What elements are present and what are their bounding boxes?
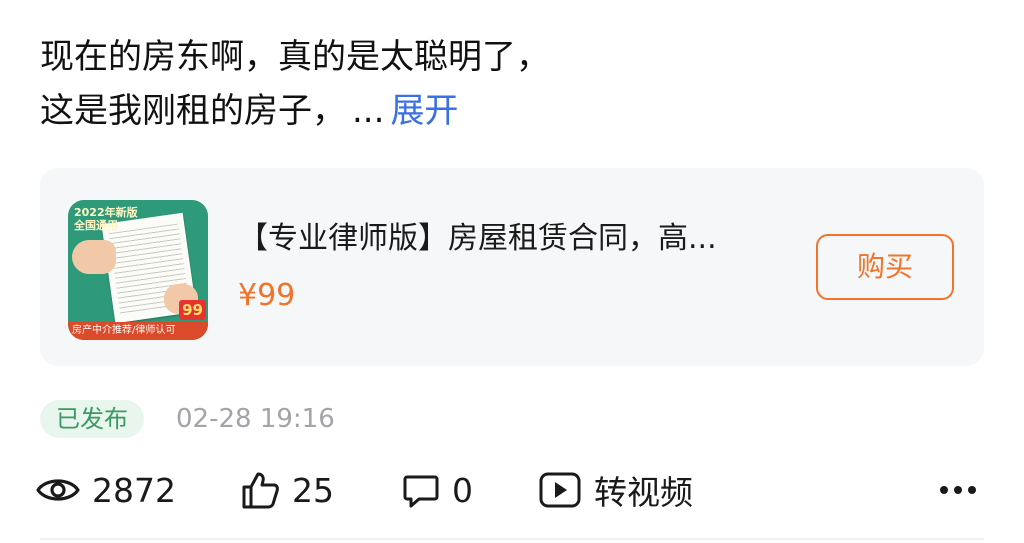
product-title[interactable]: 【专业律师版】房屋租赁合同，高...: [238, 218, 788, 260]
post-text: 现在的房东啊，真的是太聪明了， 这是我刚租的房子，... 展开: [40, 30, 980, 138]
likes-count: 25: [292, 470, 334, 510]
like-button[interactable]: 25: [240, 462, 334, 518]
views-stat[interactable]: 2872: [36, 462, 176, 518]
views-count: 2872: [92, 470, 176, 510]
product-thumbnail[interactable]: 2022年新版 全国通用 99 房产中介推荐/律师认可: [68, 200, 208, 340]
stats-bar: 2872 25 0 转视频: [36, 462, 986, 518]
eye-icon: [36, 475, 80, 505]
expand-link[interactable]: 展开: [390, 91, 458, 131]
product-price: ¥99: [238, 278, 296, 313]
comment-icon: [402, 471, 440, 509]
product-card[interactable]: 2022年新版 全国通用 99 房产中介推荐/律师认可 【专业律师版】房屋租赁合…: [40, 168, 984, 366]
post-timestamp: 02-28 19:16: [176, 404, 335, 434]
post-text-line-2: 这是我刚租的房子，... 展开: [40, 84, 980, 138]
convert-video-label: 转视频: [594, 473, 693, 512]
ellipsis: ...: [352, 91, 385, 131]
more-icon: [936, 486, 980, 512]
more-button[interactable]: [936, 472, 980, 508]
thumbnail-banner: 2022年新版 全国通用: [74, 206, 138, 232]
buy-button[interactable]: 购买: [816, 234, 954, 300]
comment-button[interactable]: 0: [402, 462, 473, 518]
thumbs-up-icon: [240, 470, 280, 510]
hand-image: [72, 240, 116, 274]
post-text-line-1: 现在的房东啊，真的是太聪明了，: [40, 37, 550, 77]
bottom-divider: [40, 538, 984, 540]
status-badge: 已发布: [40, 400, 144, 438]
comments-count: 0: [452, 470, 473, 510]
thumbnail-bottom-bar: 房产中介推荐/律师认可: [68, 322, 208, 340]
play-video-icon: [538, 470, 582, 510]
convert-to-video-button[interactable]: 转视频: [538, 462, 693, 518]
post-text-line-2-content: 这是我刚租的房子，: [40, 91, 346, 131]
thumbnail-price-tag: 99: [179, 300, 206, 320]
